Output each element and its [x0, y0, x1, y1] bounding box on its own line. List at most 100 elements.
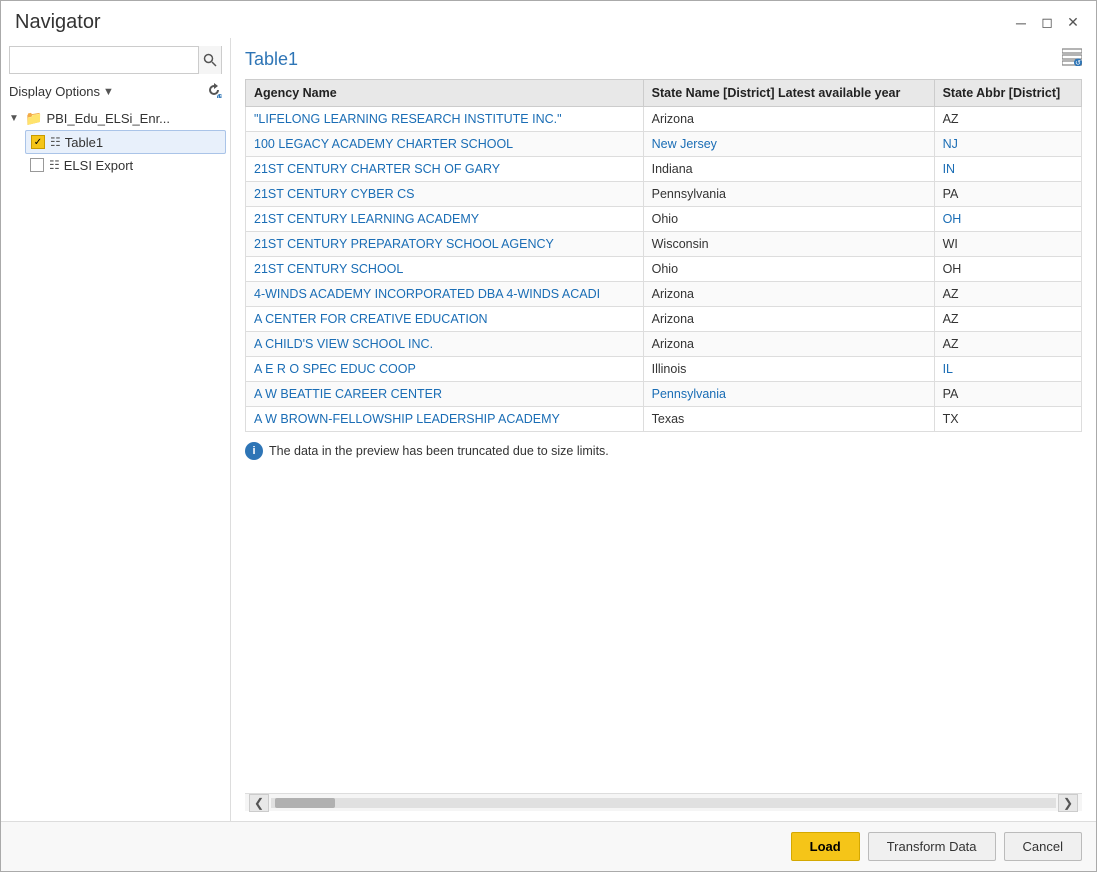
table-row: A CHILD'S VIEW SCHOOL INC.ArizonaAZ [246, 332, 1082, 357]
display-options-button[interactable]: Display Options ▼ [9, 84, 114, 99]
cell-state-abbr: IN [934, 157, 1081, 182]
load-button[interactable]: Load [791, 832, 860, 861]
cell-state-name: Pennsylvania [643, 182, 934, 207]
table-row: 21ST CENTURY CYBER CSPennsylvaniaPA [246, 182, 1082, 207]
cell-state-name: Arizona [643, 307, 934, 332]
table-row: 21ST CENTURY LEARNING ACADEMYOhioOH [246, 207, 1082, 232]
window-controls: ─ ◻ ✕ [1012, 14, 1082, 32]
search-input[interactable] [10, 53, 198, 68]
left-panel: Display Options ▼ ↺ ▼ 📁 PBI_Edu_ [1, 38, 231, 821]
scroll-track[interactable] [271, 798, 1056, 808]
search-icon-btn[interactable] [198, 46, 221, 74]
cell-agency-name[interactable]: A E R O SPEC EDUC COOP [246, 357, 644, 382]
refresh-icon: ↺ [206, 82, 222, 98]
search-bar [9, 46, 222, 74]
minimize-button[interactable]: ─ [1012, 14, 1030, 32]
info-icon: i [245, 442, 263, 460]
cell-state-name: Wisconsin [643, 232, 934, 257]
tree-item-elsi-export[interactable]: ☷ ELSI Export [25, 154, 226, 176]
scroll-thumb[interactable] [275, 798, 335, 808]
horizontal-scrollbar[interactable]: ❮ ❯ [245, 793, 1082, 811]
cell-agency-name[interactable]: "LIFELONG LEARNING RESEARCH INSTITUTE IN… [246, 107, 644, 132]
table-header-row: Agency Name State Name [District] Latest… [246, 80, 1082, 107]
tree-root-item[interactable]: ▼ 📁 PBI_Edu_ELSi_Enr... [5, 107, 226, 130]
table-row: 21ST CENTURY PREPARATORY SCHOOL AGENCYWi… [246, 232, 1082, 257]
table-icon-elsi: ☷ [49, 158, 60, 172]
cell-state-abbr: OH [934, 207, 1081, 232]
cell-state-abbr: AZ [934, 107, 1081, 132]
cell-state-abbr: NJ [934, 132, 1081, 157]
expand-arrow-icon: ▼ [9, 113, 21, 124]
cell-state-name: Texas [643, 407, 934, 432]
table-row: A CENTER FOR CREATIVE EDUCATIONArizonaAZ [246, 307, 1082, 332]
tree-root-label: PBI_Edu_ELSi_Enr... [46, 111, 170, 126]
table-title-row: Table1 ↺ [245, 48, 1082, 71]
cell-state-name: Illinois [643, 357, 934, 382]
truncate-notice: i The data in the preview has been trunc… [245, 442, 1082, 460]
checkbox-table1[interactable]: ✓ [30, 134, 46, 150]
cell-state-abbr: PA [934, 382, 1081, 407]
table-body: "LIFELONG LEARNING RESEARCH INSTITUTE IN… [246, 107, 1082, 432]
cell-state-name: Indiana [643, 157, 934, 182]
table-options-icon[interactable]: ↺ [1062, 48, 1082, 71]
cell-agency-name[interactable]: 21ST CENTURY PREPARATORY SCHOOL AGENCY [246, 232, 644, 257]
cell-state-name: Arizona [643, 107, 934, 132]
table-config-icon: ↺ [1062, 48, 1082, 66]
tree-label-elsi: ELSI Export [64, 158, 133, 173]
tree-label-table1: Table1 [65, 135, 103, 150]
cell-state-abbr: OH [934, 257, 1081, 282]
cell-agency-name[interactable]: 21ST CENTURY CHARTER SCH OF GARY [246, 157, 644, 182]
cell-state-abbr: IL [934, 357, 1081, 382]
checkbox-empty-icon [30, 158, 44, 172]
window-title: Navigator [15, 11, 101, 34]
checkbox-elsi-export[interactable] [29, 157, 45, 173]
cell-state-name: New Jersey [643, 132, 934, 157]
col-agency-name: Agency Name [246, 80, 644, 107]
cancel-button[interactable]: Cancel [1004, 832, 1082, 861]
cell-state-abbr: AZ [934, 332, 1081, 357]
svg-text:↺: ↺ [217, 94, 222, 98]
table-row: A W BROWN-FELLOWSHIP LEADERSHIP ACADEMYT… [246, 407, 1082, 432]
title-bar: Navigator ─ ◻ ✕ [1, 1, 1096, 38]
table-row: 4-WINDS ACADEMY INCORPORATED DBA 4-WINDS… [246, 282, 1082, 307]
truncate-text: The data in the preview has been truncat… [269, 444, 609, 458]
close-button[interactable]: ✕ [1064, 14, 1082, 32]
cell-state-abbr: AZ [934, 307, 1081, 332]
navigator-window: Navigator ─ ◻ ✕ Display Options [0, 0, 1097, 872]
cell-agency-name[interactable]: A W BEATTIE CAREER CENTER [246, 382, 644, 407]
right-panel: Table1 ↺ Agency Name [231, 38, 1096, 821]
table-row: 100 LEGACY ACADEMY CHARTER SCHOOLNew Jer… [246, 132, 1082, 157]
cell-agency-name[interactable]: A CHILD'S VIEW SCHOOL INC. [246, 332, 644, 357]
svg-text:↺: ↺ [1075, 60, 1081, 66]
cell-state-name: Ohio [643, 257, 934, 282]
col-state-abbr: State Abbr [District] [934, 80, 1081, 107]
cell-agency-name[interactable]: A CENTER FOR CREATIVE EDUCATION [246, 307, 644, 332]
cell-agency-name[interactable]: 100 LEGACY ACADEMY CHARTER SCHOOL [246, 132, 644, 157]
data-table: Agency Name State Name [District] Latest… [245, 79, 1082, 432]
tree-item-table1[interactable]: ✓ ☷ Table1 [25, 130, 226, 154]
table-scroll: Agency Name State Name [District] Latest… [245, 79, 1082, 793]
table-row: "LIFELONG LEARNING RESEARCH INSTITUTE IN… [246, 107, 1082, 132]
cell-state-name: Arizona [643, 332, 934, 357]
cell-agency-name[interactable]: A W BROWN-FELLOWSHIP LEADERSHIP ACADEMY [246, 407, 644, 432]
cell-state-abbr: WI [934, 232, 1081, 257]
cell-state-abbr: AZ [934, 282, 1081, 307]
scroll-right-button[interactable]: ❯ [1058, 794, 1078, 812]
table-icon-table1: ☷ [50, 135, 61, 149]
transform-data-button[interactable]: Transform Data [868, 832, 996, 861]
cell-state-abbr: PA [934, 182, 1081, 207]
restore-button[interactable]: ◻ [1038, 14, 1056, 32]
table-row: 21ST CENTURY CHARTER SCH OF GARYIndianaI… [246, 157, 1082, 182]
footer: Load Transform Data Cancel [1, 821, 1096, 871]
scroll-left-button[interactable]: ❮ [249, 794, 269, 812]
cell-agency-name[interactable]: 21ST CENTURY LEARNING ACADEMY [246, 207, 644, 232]
cell-state-abbr: TX [934, 407, 1081, 432]
cell-agency-name[interactable]: 21ST CENTURY CYBER CS [246, 182, 644, 207]
col-state-name: State Name [District] Latest available y… [643, 80, 934, 107]
cell-state-name: Pennsylvania [643, 382, 934, 407]
refresh-icon-btn[interactable]: ↺ [206, 82, 222, 101]
display-options-label: Display Options [9, 84, 100, 99]
table-row: 21ST CENTURY SCHOOLOhioOH [246, 257, 1082, 282]
cell-agency-name[interactable]: 21ST CENTURY SCHOOL [246, 257, 644, 282]
cell-agency-name[interactable]: 4-WINDS ACADEMY INCORPORATED DBA 4-WINDS… [246, 282, 644, 307]
